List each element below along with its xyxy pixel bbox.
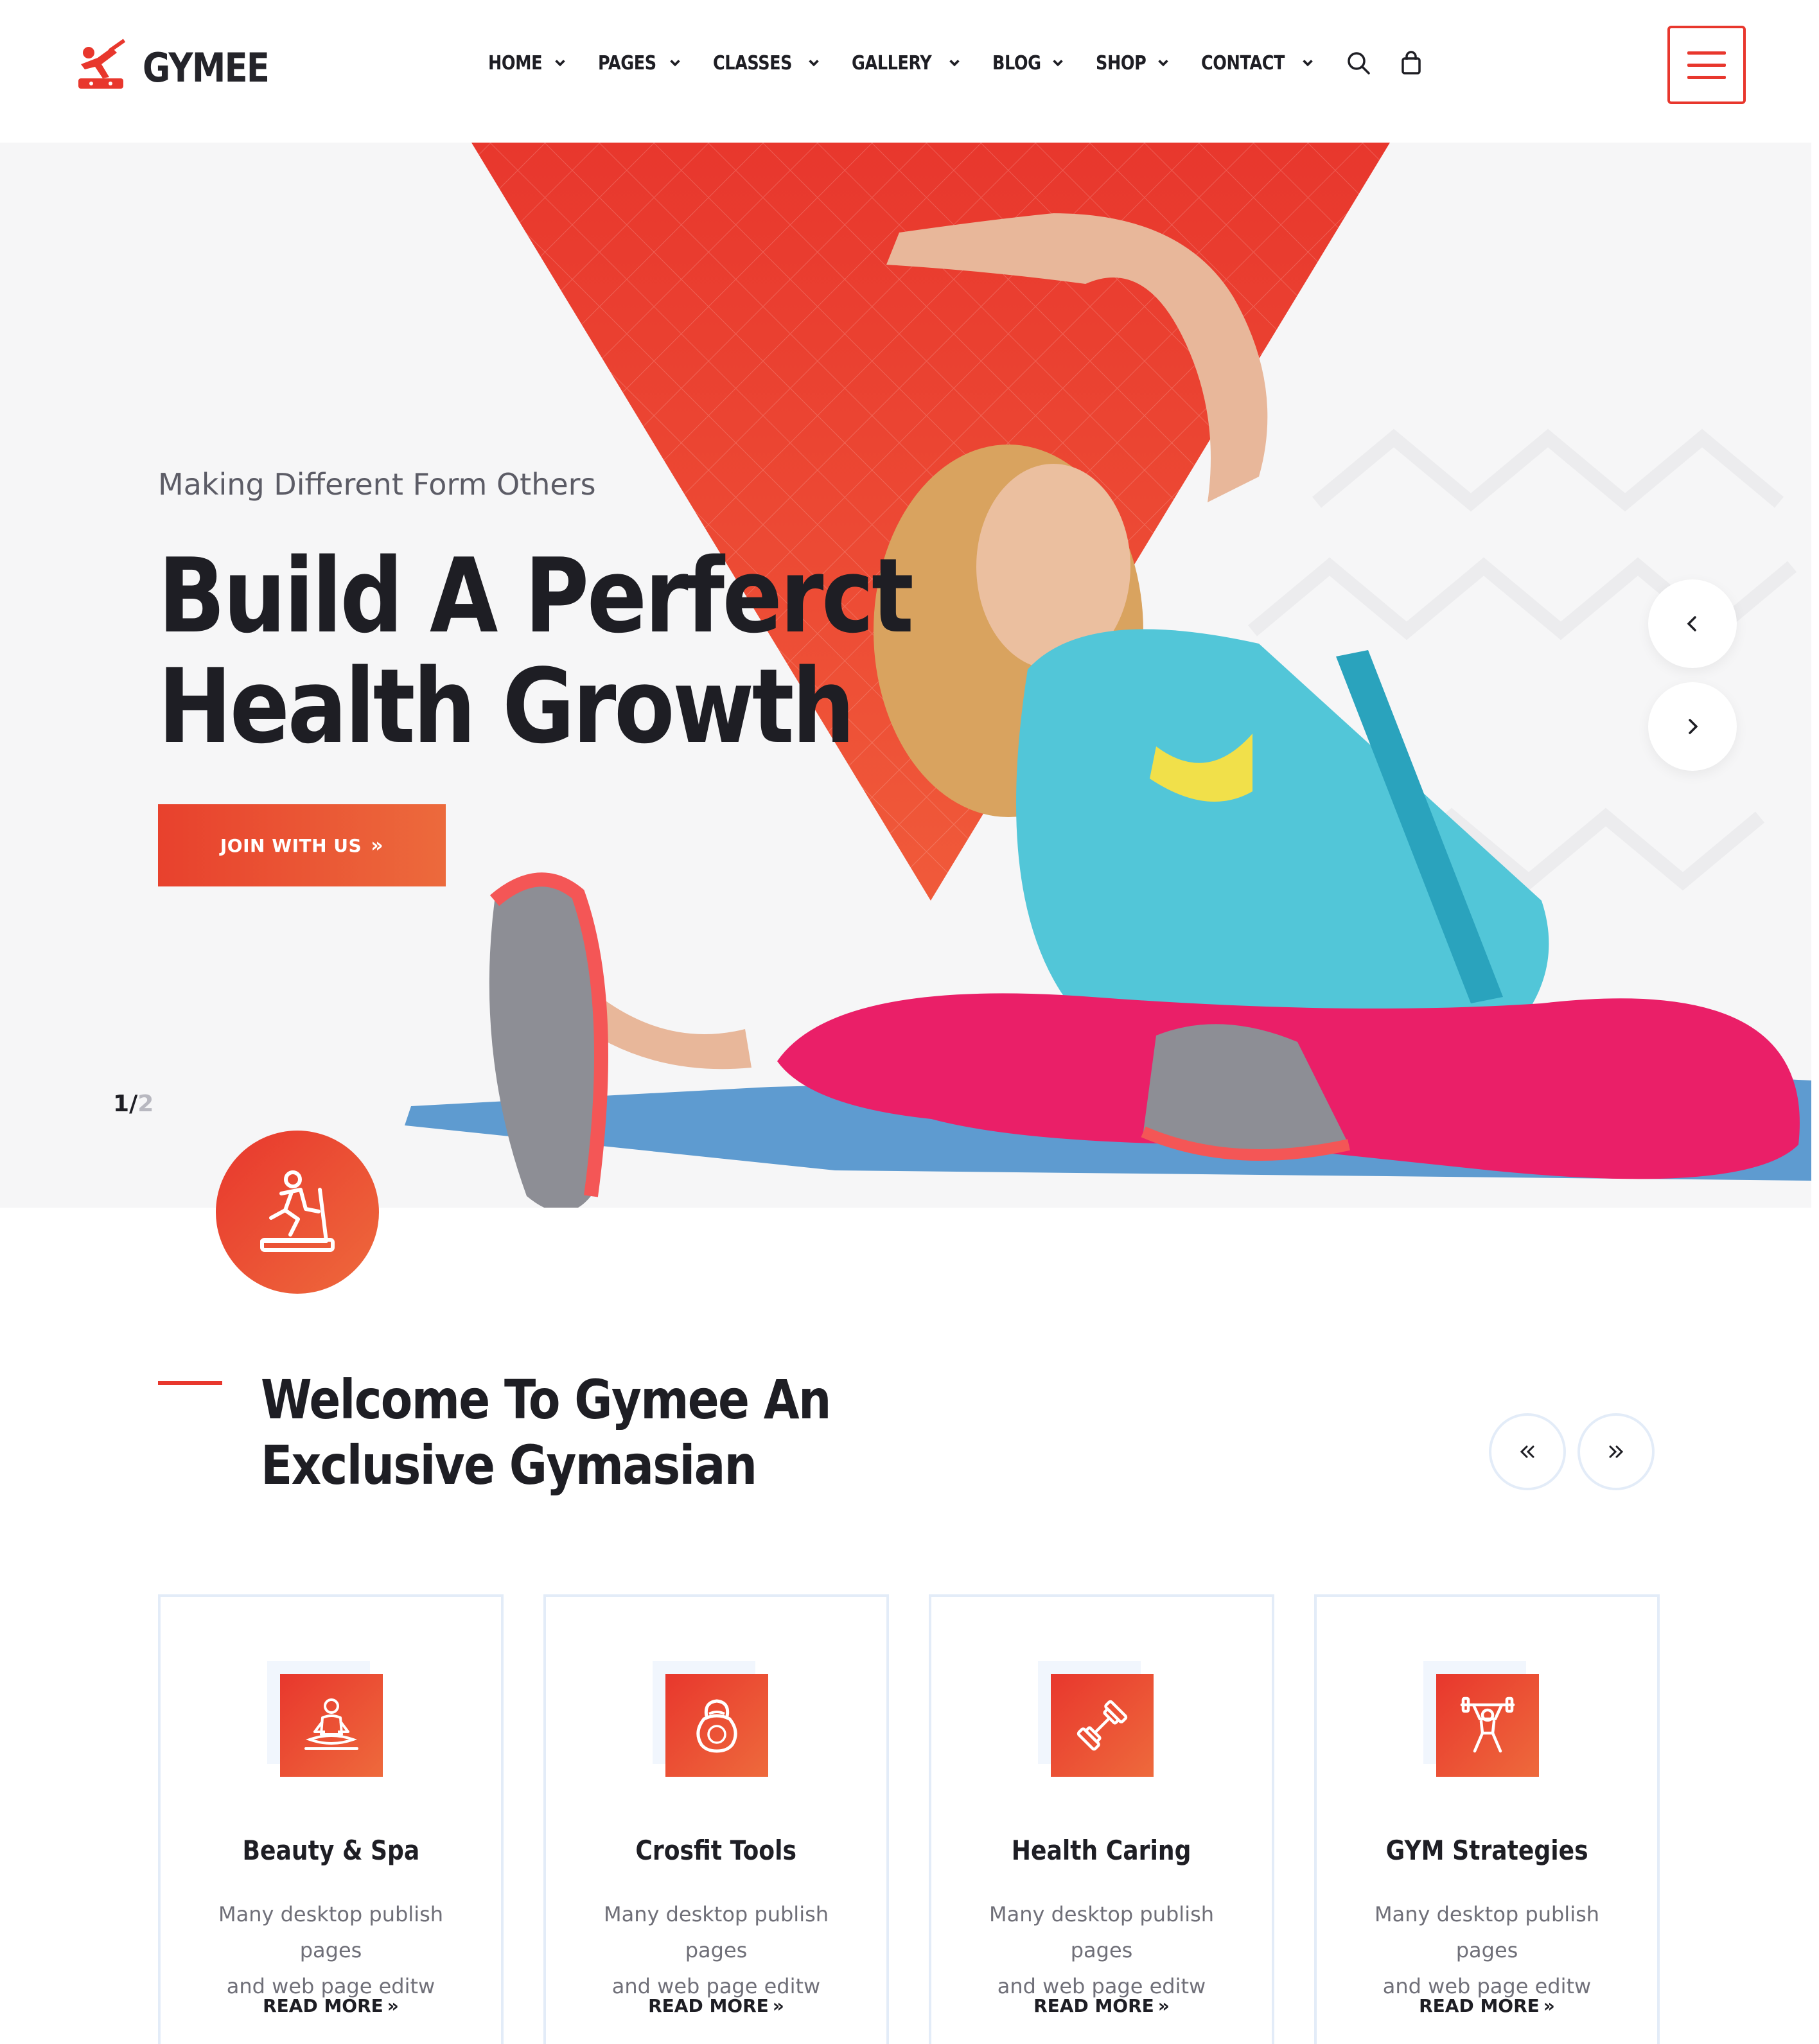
card-icon-tile: [665, 1674, 768, 1777]
double-chevron-left-icon: [1520, 1445, 1534, 1458]
kettlebell-icon: [696, 1699, 737, 1753]
nav-item-label: CLASSES: [712, 51, 793, 75]
hero-title-line: Health Growth: [158, 646, 855, 766]
chevron-down-icon: [669, 60, 680, 67]
logo-text: GYMEE: [143, 44, 270, 91]
card-title-text: Health Caring: [1012, 1835, 1191, 1866]
read-more-link[interactable]: READ MORE»: [931, 1995, 1272, 2016]
chevron-right-icon: [1689, 719, 1698, 734]
slide-current: 1: [113, 1091, 130, 1117]
hero-slider: Making Different Form Others Build A Per…: [0, 143, 1811, 1208]
card-icon-tile: [1436, 1674, 1539, 1777]
card-title-text: GYM Strategies: [1385, 1835, 1588, 1866]
hero-title-line: Build A Perferct: [158, 536, 914, 656]
menu-icon-bar: [1687, 75, 1726, 79]
card-title: Beauty & Spa: [161, 1835, 501, 1866]
welcome-heading: Welcome To Gymee An Exclusive Gymasian: [261, 1367, 831, 1498]
read-more-link[interactable]: READ MORE»: [161, 1995, 501, 2016]
read-more-label: READ MORE: [1419, 1995, 1540, 2016]
nav-item-label: CONTACT: [1201, 51, 1285, 75]
nav-item-shop[interactable]: SHOP: [1096, 52, 1170, 75]
slide-total: 2: [137, 1091, 154, 1117]
menu-toggle-button[interactable]: [1667, 26, 1746, 104]
join-button-label: JOIN WITH US: [220, 834, 362, 856]
nav-item-label: BLOG: [992, 51, 1041, 75]
card-title: Health Caring: [931, 1835, 1272, 1866]
meditation-icon: [304, 1698, 358, 1750]
weightlifter-icon: [1460, 1696, 1515, 1753]
read-more-link[interactable]: READ MORE»: [546, 1995, 886, 2016]
nav-item-label: HOME: [488, 51, 543, 75]
nav-item-label: PAGES: [597, 51, 656, 75]
chevron-down-icon: [555, 60, 565, 67]
card-icon-tile: [1051, 1674, 1154, 1777]
treadmill-badge: [216, 1131, 379, 1294]
read-more-label: READ MORE: [648, 1995, 769, 2016]
service-card-beauty-spa: Beauty & Spa Many desktop publish pages …: [158, 1594, 504, 2044]
main-nav: HOME PAGES CLASSES GALLERY BLOG SHOP CON…: [488, 50, 1451, 76]
nav-item-contact[interactable]: CONTACT: [1201, 52, 1315, 75]
read-more-link[interactable]: READ MORE»: [1317, 1995, 1657, 2016]
menu-icon-bar: [1687, 63, 1726, 67]
nav-item-pages[interactable]: PAGES: [598, 52, 682, 75]
service-card-crossfit-tools: Crosfit Tools Many desktop publish pages…: [543, 1594, 889, 2044]
menu-icon-bar: [1687, 51, 1726, 55]
double-chevron-right-icon: »: [1543, 1995, 1555, 2016]
service-card-health-caring: Health Caring Many desktop publish pages…: [929, 1594, 1274, 2044]
join-with-us-button[interactable]: JOIN WITH US »: [158, 804, 446, 886]
logo[interactable]: GYMEE: [72, 39, 291, 96]
card-title: GYM Strategies: [1317, 1835, 1657, 1866]
hero-title: Build A Perferct Health Growth: [158, 536, 914, 766]
search-icon[interactable]: [1346, 50, 1371, 76]
treadmill-icon: [260, 1170, 335, 1252]
card-title-text: Beauty & Spa: [242, 1835, 419, 1866]
slide-separator: /: [129, 1091, 138, 1117]
card-description: Many desktop publish pages and web page …: [572, 1896, 861, 2004]
card-description: Many desktop publish pages and web page …: [186, 1896, 475, 2004]
dumbbell-icon: [1076, 1700, 1128, 1751]
card-description-line: Many desktop publish pages: [1374, 1902, 1600, 1962]
hero-next-button[interactable]: [1648, 682, 1737, 771]
chevron-left-icon: [1687, 616, 1696, 631]
welcome-heading-line: Welcome To Gymee An: [261, 1368, 831, 1431]
chevron-down-icon: [1158, 60, 1168, 67]
read-more-label: READ MORE: [1033, 1995, 1154, 2016]
card-title: Crosfit Tools: [546, 1835, 886, 1866]
double-chevron-right-icon: »: [387, 1995, 399, 2016]
section-accent-line: [158, 1381, 222, 1385]
nav-item-gallery[interactable]: GALLERY: [852, 52, 961, 75]
services-next-button[interactable]: [1577, 1413, 1655, 1490]
hero-prev-button[interactable]: [1648, 579, 1737, 668]
read-more-label: READ MORE: [263, 1995, 383, 2016]
nav-item-blog[interactable]: BLOG: [992, 52, 1065, 75]
nav-item-classes[interactable]: CLASSES: [713, 52, 822, 75]
card-description-line: Many desktop publish pages: [218, 1902, 444, 1962]
hero-subtitle: Making Different Form Others: [158, 467, 596, 502]
double-chevron-right-icon: »: [371, 834, 384, 857]
services-prev-button[interactable]: [1489, 1413, 1566, 1490]
card-description: Many desktop publish pages and web page …: [957, 1896, 1246, 2004]
double-chevron-right-icon: »: [1157, 1995, 1170, 2016]
nav-item-home[interactable]: HOME: [488, 52, 567, 75]
card-title-text: Crosfit Tools: [635, 1835, 797, 1866]
cart-icon[interactable]: [1398, 50, 1424, 76]
chevron-down-icon: [949, 60, 960, 67]
welcome-heading-line: Exclusive Gymasian: [261, 1434, 757, 1497]
chevron-down-icon: [1303, 60, 1313, 67]
site-header: GYMEE HOME PAGES CLASSES GALLERY BLOG SH…: [0, 0, 1819, 143]
card-description-line: Many desktop publish pages: [603, 1902, 829, 1962]
card-description-line: Many desktop publish pages: [989, 1902, 1215, 1962]
double-chevron-right-icon: »: [772, 1995, 784, 2016]
service-card-gym-strategies: GYM Strategies Many desktop publish page…: [1314, 1594, 1660, 2044]
nav-item-label: SHOP: [1095, 51, 1147, 75]
double-chevron-right-icon: [1609, 1445, 1624, 1458]
nav-item-label: GALLERY: [852, 51, 932, 75]
card-description: Many desktop publish pages and web page …: [1342, 1896, 1631, 2004]
slide-counter: 1/2: [113, 1091, 154, 1117]
chevron-down-icon: [1053, 60, 1063, 67]
card-icon-tile: [280, 1674, 383, 1777]
logo-icon: [78, 39, 126, 89]
chevron-down-icon: [809, 60, 820, 67]
